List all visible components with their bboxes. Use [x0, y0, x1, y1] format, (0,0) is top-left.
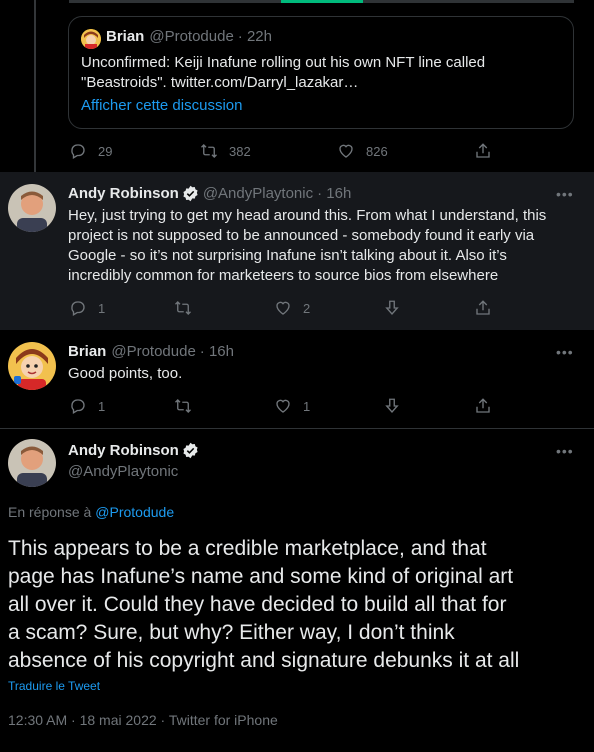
reply2-share-button[interactable] — [474, 397, 492, 415]
more-options-icon[interactable]: ••• — [556, 443, 574, 459]
reply-count: 1 — [98, 398, 106, 414]
quoted-author-name[interactable]: Brian — [106, 28, 144, 45]
reply2-downvote-button[interactable] — [383, 397, 401, 415]
like-count: 826 — [366, 143, 388, 159]
main-tweet: Andy Robinson @AndyPlaytonic ••• En répo… — [0, 429, 594, 752]
main-author-row: Andy Robinson — [68, 442, 203, 459]
main-text-line: This appears to be a credible marketplac… — [8, 537, 487, 560]
reply1-author-name[interactable]: Andy Robinson — [68, 185, 179, 202]
reply1-text: Hey, just trying to get my head around t… — [68, 206, 588, 286]
share-button[interactable] — [474, 142, 492, 160]
replying-to-link[interactable]: @Protodude — [95, 504, 174, 520]
main-author-handle[interactable]: @AndyPlaytonic — [68, 463, 178, 480]
reply1-text-line: Google - so it’s not surprising Inafune … — [68, 247, 507, 264]
main-text-line: absence of his copyright and signature d… — [8, 649, 520, 672]
more-options-icon[interactable]: ••• — [556, 186, 574, 202]
reply2-text: Good points, too. — [68, 365, 183, 382]
main-text-line: page has Inafune’s name and some kind of… — [8, 565, 514, 588]
share-icon — [476, 143, 490, 158]
retweet-icon — [175, 399, 191, 413]
reply1-header: Andy Robinson @AndyPlaytonic · 16h — [68, 185, 351, 202]
share-icon — [476, 300, 490, 315]
reply1-downvote-button[interactable] — [383, 299, 401, 317]
main-author-name[interactable]: Andy Robinson — [68, 442, 179, 459]
reply1-author-handle[interactable]: @AndyPlaytonic — [203, 185, 313, 202]
heart-icon — [276, 399, 290, 413]
main-text-line: a scam? Sure, but why? Either way, I don… — [8, 621, 455, 644]
quoted-tweet-card[interactable]: Brian @Protodude · 22h Unconfirmed: Keij… — [68, 16, 574, 129]
quoted-author-handle[interactable]: @Protodude — [149, 28, 233, 45]
reply2-like-button[interactable]: 1 — [274, 397, 310, 415]
reply2-author-name[interactable]: Brian — [68, 343, 106, 360]
reply2-reply-button[interactable]: 1 — [69, 397, 105, 415]
reply2-header: Brian @Protodude · 16h — [68, 343, 234, 360]
reply-icon — [71, 144, 85, 159]
reply1-text-line: incredibly common for marketeers to sour… — [68, 267, 499, 284]
tweet-timestamp[interactable]: 12:30 AM · 18 mai 2022 · Twitter for iPh… — [8, 712, 278, 728]
reply-count: 29 — [98, 143, 113, 159]
quoted-header: Brian @Protodude · 22h — [106, 28, 272, 45]
show-thread-link[interactable]: Afficher cette discussion — [81, 97, 242, 114]
reply-tweet-2[interactable]: Brian @Protodude · 16h ••• Good points, … — [0, 330, 594, 428]
quoted-text: Unconfirmed: Keiji Inafune rolling out h… — [81, 53, 571, 93]
heart-icon — [339, 144, 353, 158]
retweet-icon — [201, 144, 217, 158]
andy-avatar — [8, 184, 56, 232]
retweet-icon — [175, 301, 191, 315]
heart-icon — [276, 301, 290, 315]
andy-avatar[interactable] — [8, 439, 56, 487]
downvote-arrow-icon — [385, 300, 399, 316]
downvote-arrow-icon — [385, 398, 399, 414]
retweet-count: 382 — [229, 143, 251, 159]
like-count: 1 — [303, 398, 311, 414]
replying-to: En réponse à @Protodude — [8, 504, 174, 520]
translate-tweet-link[interactable]: Traduire le Tweet — [8, 679, 100, 693]
quoted-text-line: "Beastroids". twitter.com/Darryl_lazakar… — [81, 74, 359, 91]
retweet-button[interactable]: 382 — [200, 142, 251, 160]
more-options-icon[interactable]: ••• — [556, 344, 574, 360]
share-icon — [476, 398, 490, 413]
reply-button[interactable]: 29 — [69, 142, 112, 160]
quoted-time[interactable]: · 22h — [238, 28, 272, 45]
reply1-time[interactable]: · 16h — [317, 185, 351, 202]
replying-prefix: En réponse à — [8, 504, 92, 520]
reply1-retweet-button[interactable] — [174, 299, 192, 317]
quoted-author-avatar — [81, 29, 101, 49]
verified-badge-icon — [183, 185, 198, 202]
reply1-like-button[interactable]: 2 — [274, 299, 310, 317]
media-strip — [69, 0, 574, 3]
main-text-line: all over it. Could they have decided to … — [8, 593, 507, 616]
verified-badge-icon — [183, 442, 198, 459]
reply-icon — [71, 301, 85, 316]
reply-icon — [71, 399, 85, 414]
reply1-reply-button[interactable]: 1 — [69, 299, 105, 317]
reply2-author-handle[interactable]: @Protodude — [111, 343, 195, 360]
reply2-time[interactable]: · 16h — [200, 343, 234, 360]
brian-avatar — [8, 342, 56, 390]
reply-tweet-1[interactable]: Andy Robinson @AndyPlaytonic · 16h ••• H… — [0, 172, 594, 330]
reply-count: 1 — [98, 300, 106, 316]
like-count: 2 — [303, 300, 311, 316]
main-tweet-text: This appears to be a credible marketplac… — [8, 535, 588, 675]
reply1-text-line: Hey, just trying to get my head around t… — [68, 207, 547, 224]
thread-line — [34, 0, 36, 172]
reply1-share-button[interactable] — [474, 299, 492, 317]
quoted-text-line: Unconfirmed: Keiji Inafune rolling out h… — [81, 54, 486, 71]
reply1-text-line: project is not supposed to be announced … — [68, 227, 535, 244]
like-button[interactable]: 826 — [337, 142, 388, 160]
reply2-retweet-button[interactable] — [174, 397, 192, 415]
